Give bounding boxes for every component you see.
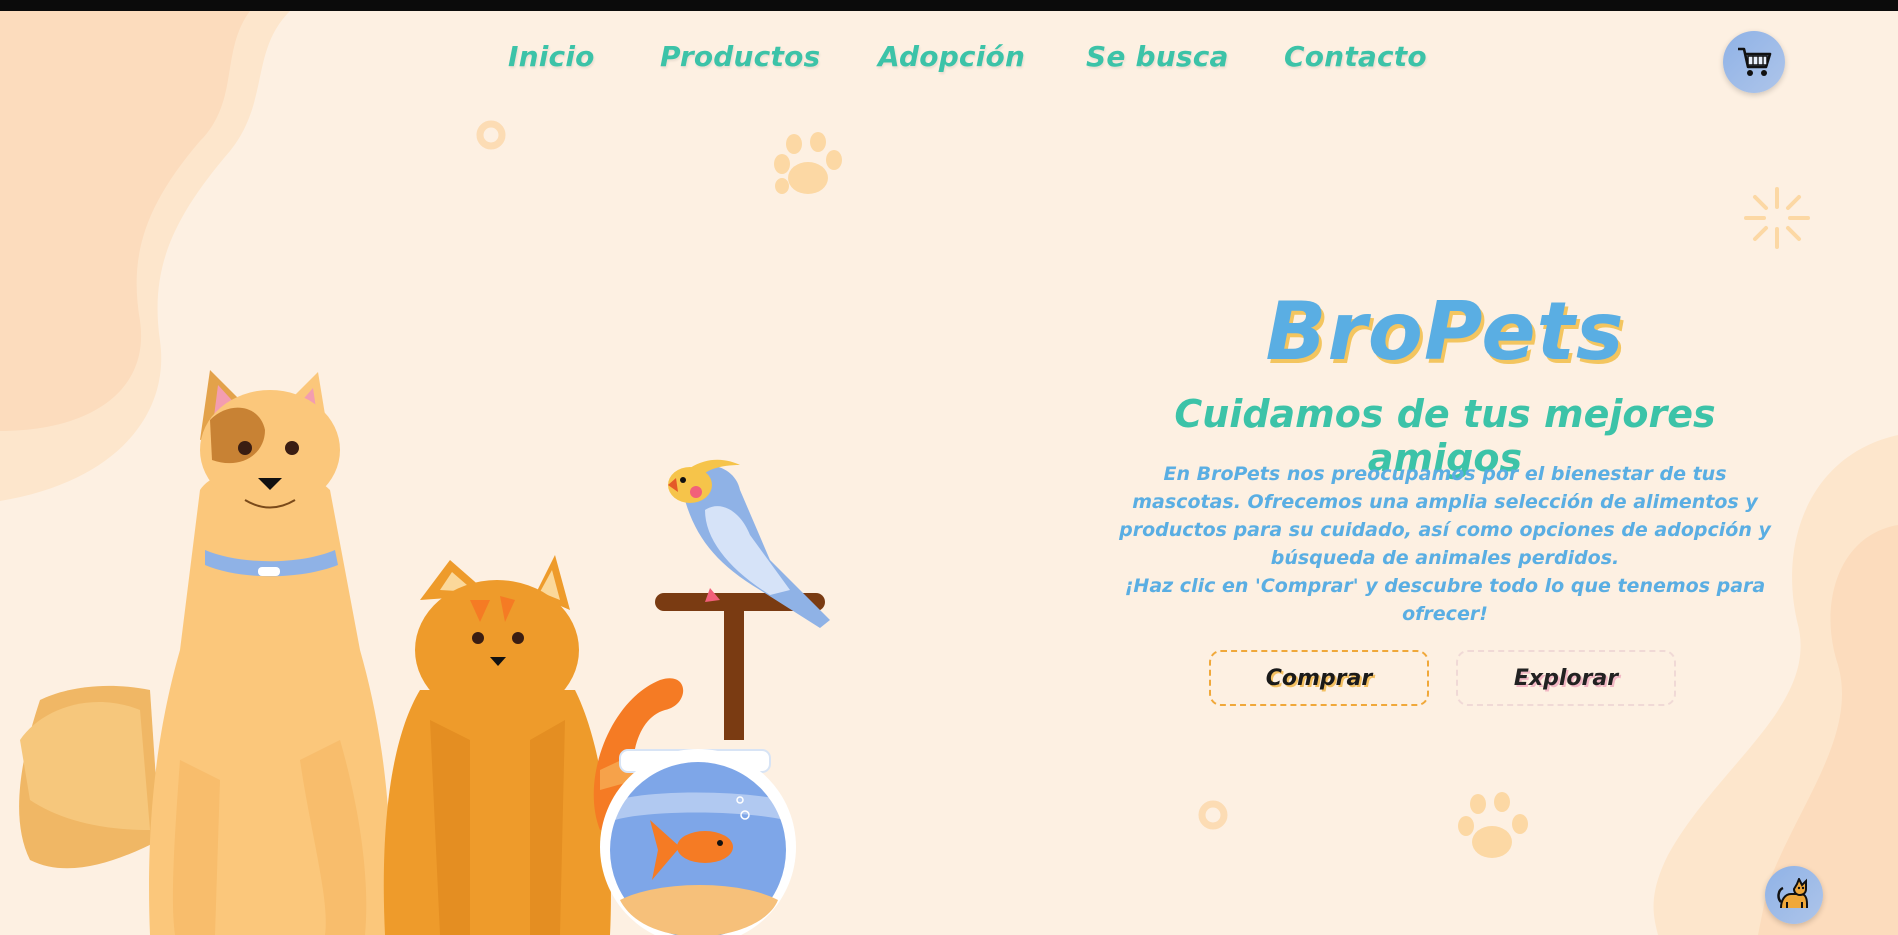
perch (655, 593, 825, 740)
explorar-button[interactable]: Explorar (1456, 650, 1676, 706)
cart-button[interactable] (1723, 31, 1785, 93)
circle-decoration (476, 120, 506, 150)
pets-illustration (19, 370, 830, 935)
cat-illustration (383, 555, 611, 935)
paw-print-icon (1458, 792, 1528, 858)
dog-illustration (19, 370, 391, 935)
main-nav: Inicio Productos Adopción Se busca Conta… (0, 40, 1898, 84)
cart-icon (1738, 47, 1772, 76)
paw-print-icon (774, 132, 842, 194)
hero-description: En BroPets nos preocupamos por el bienes… (1110, 460, 1780, 628)
nav-item-inicio[interactable]: Inicio (508, 40, 595, 73)
nav-item-productos[interactable]: Productos (660, 40, 820, 73)
nav-item-adopcion[interactable]: Adopción (878, 40, 1025, 73)
hero-description-text: En BroPets nos preocupamos por el bienes… (1119, 463, 1771, 569)
brand-title: BroPets (1265, 285, 1625, 378)
nav-item-se-busca[interactable]: Se busca (1086, 40, 1229, 73)
comprar-button[interactable]: Comprar (1209, 650, 1429, 706)
hero-call-to-action-text: ¡Haz clic en 'Comprar' y descubre todo l… (1124, 575, 1766, 625)
circle-decoration (1198, 800, 1228, 830)
window-top-bar (0, 0, 1898, 11)
nav-item-contacto[interactable]: Contacto (1284, 40, 1427, 73)
sparkle-icon (1744, 187, 1810, 249)
pet-button[interactable] (1765, 866, 1823, 924)
cat-icon (1777, 878, 1808, 909)
